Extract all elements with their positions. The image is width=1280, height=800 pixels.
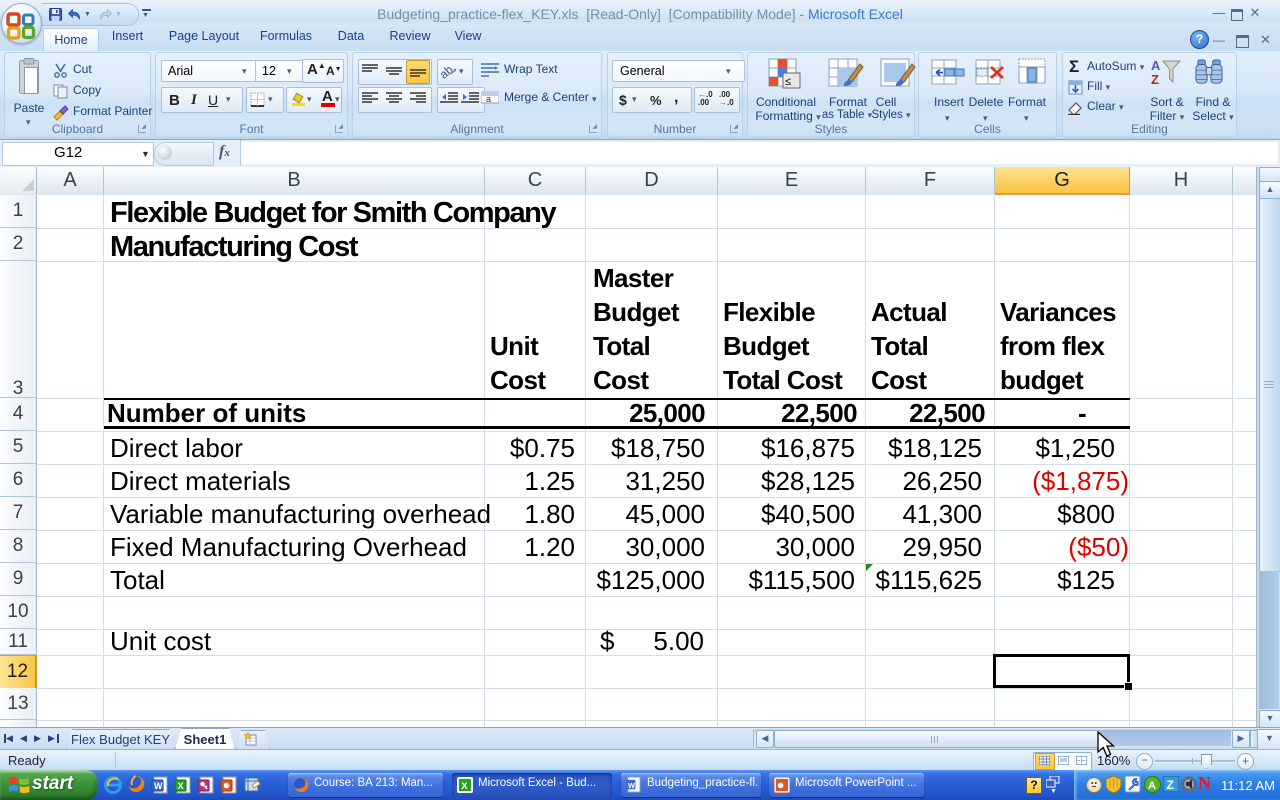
svg-text:≤: ≤ bbox=[785, 76, 791, 88]
svg-text:X: X bbox=[461, 780, 468, 791]
svg-text:A: A bbox=[1151, 58, 1161, 73]
svg-text:W: W bbox=[628, 781, 636, 790]
svg-text:Z: Z bbox=[1167, 778, 1174, 792]
svg-text:Z: Z bbox=[1151, 72, 1159, 86]
svg-text:a: a bbox=[486, 94, 491, 104]
svg-text:W: W bbox=[154, 781, 163, 791]
svg-text:A: A bbox=[1148, 780, 1156, 792]
svg-text:X: X bbox=[178, 781, 184, 791]
